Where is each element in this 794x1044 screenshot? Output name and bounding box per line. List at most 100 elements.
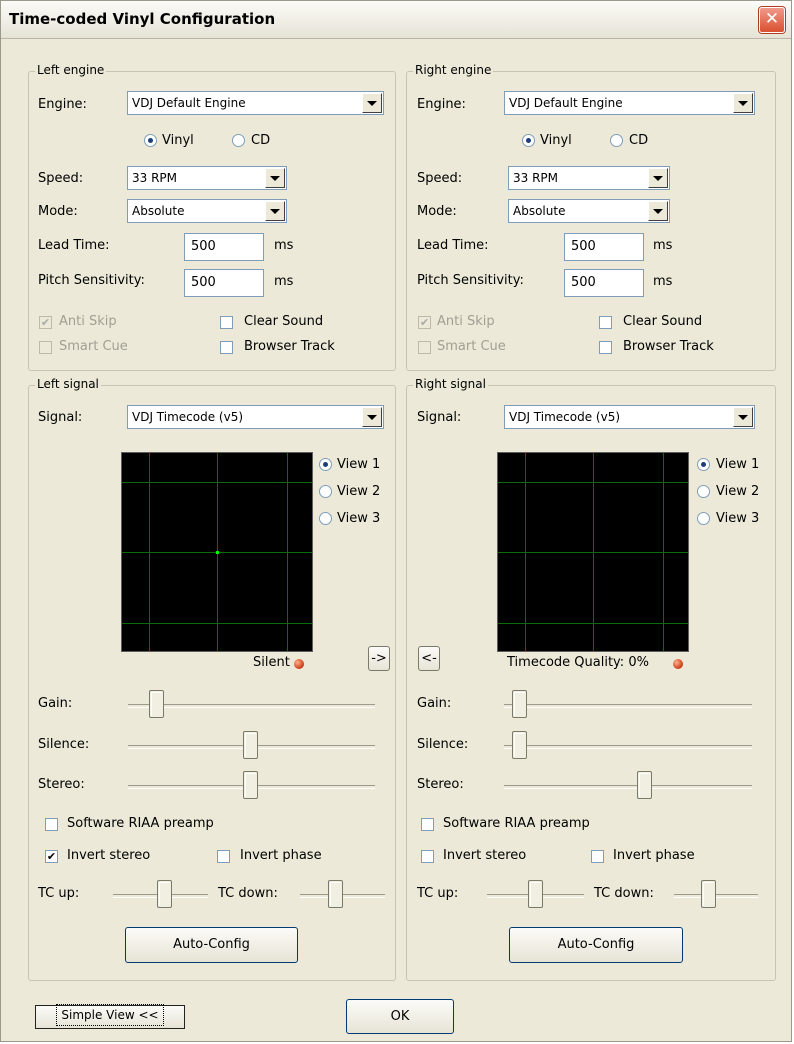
right-view2-label[interactable]: View 2 [716,484,759,499]
right-tc-down-track[interactable] [674,894,758,898]
right-lead-time-input[interactable]: 500 [564,233,644,261]
left-clear-sound-checkbox[interactable] [220,316,233,329]
right-pitch-input[interactable]: 500 [564,269,644,297]
right-silence-track[interactable] [504,745,752,749]
right-cd-label[interactable]: CD [629,133,648,148]
window-title: Time-coded Vinyl Configuration [9,10,276,28]
right-view3-label[interactable]: View 3 [716,511,759,526]
left-silence-thumb[interactable] [243,731,258,759]
left-tc-down-label: TC down: [218,886,278,901]
left-mode-label: Mode: [38,204,78,219]
right-cd-radio[interactable] [610,134,623,147]
right-engine-label: Engine: [417,97,466,112]
right-copy-arrow-button[interactable]: <- [418,646,440,671]
simple-view-label: Simple View << [56,1004,164,1026]
scope-gridline [498,552,688,553]
right-clear-sound-label[interactable]: Clear Sound [623,314,702,329]
right-anti-skip-checkbox[interactable]: ✔ [418,316,431,329]
right-stereo-thumb[interactable] [637,771,652,799]
left-gain-track[interactable] [128,704,375,708]
chevron-down-icon[interactable] [362,407,382,427]
left-speed-select[interactable]: 33 RPM [127,166,287,190]
left-auto-config-button[interactable]: Auto-Config [125,927,298,963]
right-browser-track-label[interactable]: Browser Track [623,339,714,354]
right-tc-up-thumb[interactable] [528,880,543,908]
left-mode-select[interactable]: Absolute [127,199,287,223]
right-mode-select[interactable]: Absolute [508,199,670,223]
chevron-down-icon[interactable] [362,93,382,113]
chevron-down-icon[interactable] [265,168,285,188]
right-gain-track[interactable] [504,704,752,708]
left-invert-phase-checkbox[interactable] [217,850,230,863]
right-tc-down-label: TC down: [594,886,654,901]
left-stereo-thumb[interactable] [243,771,258,799]
left-pitch-unit: ms [274,274,294,289]
right-speed-select[interactable]: 33 RPM [508,166,670,190]
right-invert-stereo-label[interactable]: Invert stereo [443,848,526,863]
chevron-down-icon[interactable] [648,201,668,221]
left-view3-label[interactable]: View 3 [337,511,380,526]
right-status-text: Timecode Quality: 0% [507,655,649,670]
left-copy-arrow-button[interactable]: -> [368,646,390,671]
left-gain-thumb[interactable] [149,690,164,718]
left-cd-label[interactable]: CD [251,133,270,148]
right-signal-select[interactable]: VDJ Timecode (v5) [504,405,755,429]
right-auto-config-button[interactable]: Auto-Config [509,927,683,963]
dialog-window: Time-coded Vinyl Configuration ✕ Left en… [0,0,792,1042]
chevron-down-icon[interactable] [648,168,668,188]
right-view2-radio[interactable] [697,485,710,498]
right-view1-radio[interactable] [697,458,710,471]
right-vinyl-label[interactable]: Vinyl [540,133,572,148]
left-engine-value: VDJ Default Engine [132,96,246,110]
chevron-down-icon[interactable] [733,407,753,427]
left-view1-radio[interactable] [319,458,332,471]
left-pitch-input[interactable]: 500 [184,269,264,297]
title-bar[interactable]: Time-coded Vinyl Configuration ✕ [1,1,791,39]
right-riaa-label[interactable]: Software RIAA preamp [443,816,590,831]
left-tc-down-thumb[interactable] [328,880,343,908]
left-vinyl-radio[interactable] [144,134,157,147]
left-invert-stereo-checkbox[interactable]: ✔ [45,850,58,863]
right-invert-phase-label[interactable]: Invert phase [613,848,695,863]
right-vinyl-radio[interactable] [522,134,535,147]
chevron-down-icon[interactable] [265,201,285,221]
left-browser-track-label[interactable]: Browser Track [244,339,335,354]
right-silence-thumb[interactable] [512,731,527,759]
left-view2-label[interactable]: View 2 [337,484,380,499]
left-anti-skip-checkbox[interactable]: ✔ [39,316,52,329]
right-invert-phase-checkbox[interactable] [591,850,604,863]
ok-button[interactable]: OK [346,999,454,1034]
right-browser-track-checkbox[interactable] [599,341,612,354]
left-vinyl-label[interactable]: Vinyl [162,133,194,148]
left-view1-label[interactable]: View 1 [337,457,380,472]
close-button[interactable]: ✕ [759,7,785,33]
left-speed-value: 33 RPM [132,171,178,185]
left-clear-sound-label[interactable]: Clear Sound [244,314,323,329]
right-riaa-checkbox[interactable] [421,818,434,831]
right-tc-down-thumb[interactable] [701,880,716,908]
left-riaa-label[interactable]: Software RIAA preamp [67,816,214,831]
right-view3-radio[interactable] [697,512,710,525]
left-view2-radio[interactable] [319,485,332,498]
right-gain-thumb[interactable] [512,690,527,718]
chevron-down-icon[interactable] [733,93,753,113]
left-browser-track-checkbox[interactable] [220,341,233,354]
right-clear-sound-checkbox[interactable] [599,316,612,329]
right-smart-cue-checkbox[interactable] [418,341,431,354]
left-cd-radio[interactable] [232,134,245,147]
left-signal-select[interactable]: VDJ Timecode (v5) [127,405,384,429]
right-engine-select[interactable]: VDJ Default Engine [504,91,755,115]
right-stereo-track[interactable] [504,785,752,789]
left-smart-cue-checkbox[interactable] [39,341,52,354]
left-engine-select[interactable]: VDJ Default Engine [127,91,384,115]
scope-gridline [498,623,688,624]
simple-view-button[interactable]: Simple View << [35,1004,185,1029]
left-invert-stereo-label[interactable]: Invert stereo [67,848,150,863]
right-invert-stereo-checkbox[interactable] [421,850,434,863]
left-view3-radio[interactable] [319,512,332,525]
right-view1-label[interactable]: View 1 [716,457,759,472]
left-riaa-checkbox[interactable] [45,818,58,831]
left-invert-phase-label[interactable]: Invert phase [240,848,322,863]
left-tc-up-thumb[interactable] [157,880,172,908]
left-lead-time-input[interactable]: 500 [184,233,264,261]
